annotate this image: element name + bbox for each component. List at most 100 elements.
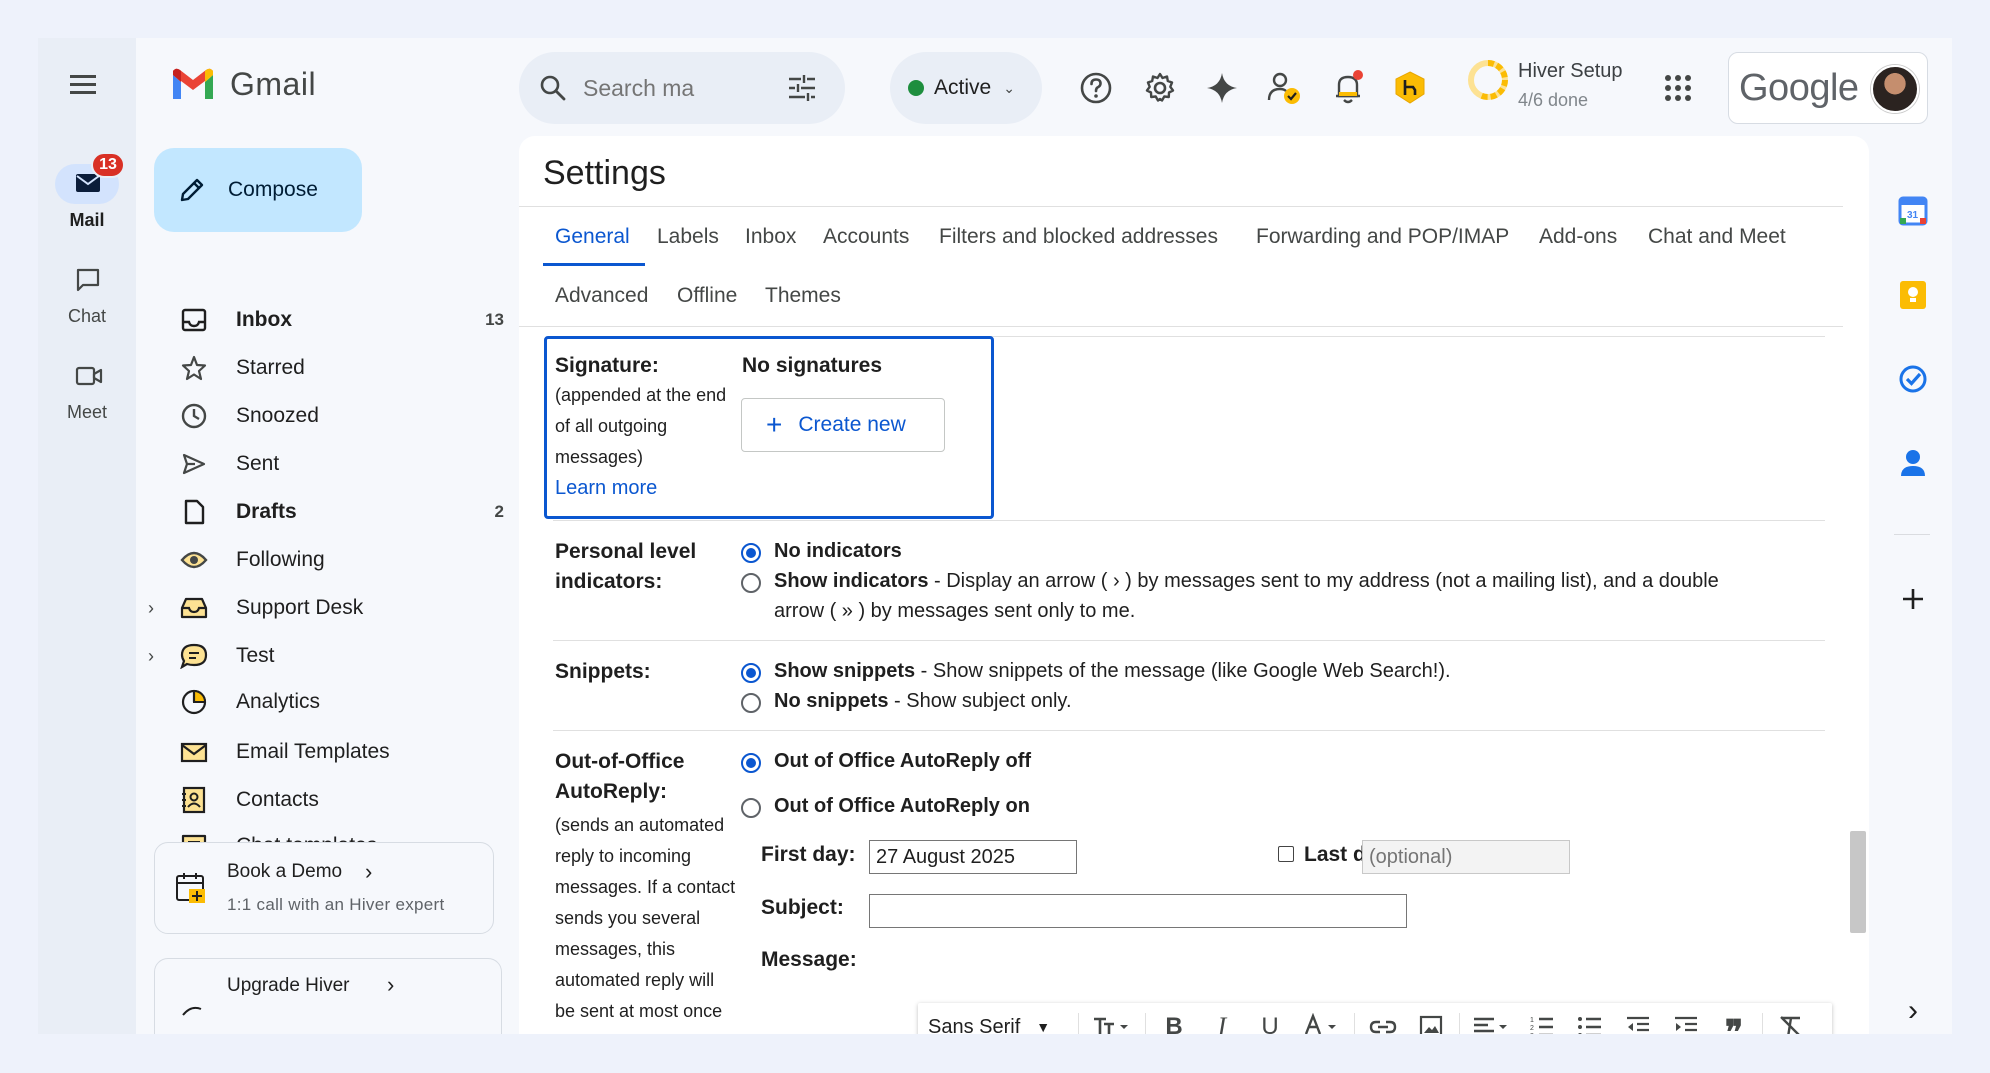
rail-chat[interactable]: Chat: [38, 260, 136, 327]
ooo-label-2: AutoReply:: [555, 780, 667, 803]
settings-scrollbar-thumb[interactable]: [1850, 831, 1866, 933]
quote-button[interactable]: ❞: [1710, 1003, 1758, 1034]
tab-filters[interactable]: Filters and blocked addresses: [939, 225, 1218, 249]
toolbar-separator: [1078, 1013, 1079, 1034]
tab-general[interactable]: General: [555, 225, 630, 249]
google-account-button[interactable]: Google: [1728, 52, 1928, 124]
bold-button[interactable]: B: [1150, 1003, 1198, 1034]
tasks-app-button[interactable]: [1896, 362, 1930, 396]
status-dropdown[interactable]: Active ⌄: [890, 52, 1042, 124]
tab-offline[interactable]: Offline: [677, 284, 737, 308]
gemini-button[interactable]: [1204, 70, 1240, 106]
search-input[interactable]: [583, 74, 783, 102]
compose-label: Compose: [228, 178, 318, 201]
underline-button[interactable]: U: [1246, 1003, 1294, 1034]
sidebar-item-analytics[interactable]: Analytics: [154, 680, 504, 724]
hiver-shield-icon: [1395, 71, 1425, 104]
sidebar-item-sent[interactable]: Sent: [154, 442, 504, 486]
tab-forwarding[interactable]: Forwarding and POP/IMAP: [1256, 225, 1509, 249]
sidebar-item-label: Contacts: [236, 788, 319, 811]
rail-meet-label: Meet: [66, 402, 108, 422]
tab-chat-meet[interactable]: Chat and Meet: [1648, 225, 1786, 249]
font-family-select[interactable]: Sans Serif ▼: [928, 1016, 1074, 1035]
no-indicators-radio[interactable]: [741, 543, 761, 563]
sidebar-item-snoozed[interactable]: Snoozed: [154, 394, 504, 438]
signature-learn-more-link[interactable]: Learn more: [555, 477, 657, 500]
gmail-wordmark: Gmail: [230, 66, 317, 102]
tab-inbox[interactable]: Inbox: [745, 225, 796, 249]
sidebar-item-starred[interactable]: Starred: [154, 346, 504, 390]
notifications-button[interactable]: [1330, 70, 1366, 106]
keep-app-button[interactable]: [1896, 278, 1930, 312]
hiver-setup-widget[interactable]: Hiver Setup 4/6 done: [1466, 58, 1623, 110]
google-apps-button[interactable]: [1660, 70, 1696, 106]
rail-mail-icon-wrap: 13: [55, 152, 125, 204]
remove-formatting-button[interactable]: [1767, 1003, 1815, 1034]
show-indicators-bold: Show indicators: [774, 570, 929, 592]
get-addons-button[interactable]: [1896, 582, 1930, 616]
show-indicators-radio[interactable]: [741, 573, 761, 593]
ooo-on-radio[interactable]: [741, 798, 761, 818]
tab-addons[interactable]: Add-ons: [1539, 225, 1617, 249]
expand-chevron-icon[interactable]: ›: [148, 598, 154, 619]
settings-button[interactable]: [1142, 70, 1178, 106]
sidebar-item-following[interactable]: Following: [154, 538, 504, 582]
indicators-label-1: Personal level: [555, 540, 697, 563]
svg-text:1: 1: [1530, 1017, 1534, 1024]
subject-input[interactable]: [869, 894, 1407, 928]
last-day-input[interactable]: [1362, 840, 1570, 874]
first-day-input[interactable]: [869, 840, 1077, 874]
sidebar-item-label: Email Templates: [236, 740, 390, 763]
sidebar-item-email-templates[interactable]: Email Templates: [154, 730, 504, 774]
no-snippets-radio[interactable]: [741, 693, 761, 713]
book-demo-subtitle: 1:1 call with an Hiver expert: [227, 895, 445, 914]
gmail-m-icon: [173, 68, 213, 99]
main-menu-button[interactable]: [68, 72, 104, 102]
email-template-icon: [178, 736, 210, 768]
status-dot: [908, 80, 924, 96]
divider: [519, 326, 1843, 327]
last-day-checkbox[interactable]: [1278, 846, 1294, 862]
bulleted-list-button[interactable]: [1566, 1003, 1614, 1034]
sidebar-item-contacts[interactable]: Contacts: [154, 778, 504, 822]
insert-link-button[interactable]: [1359, 1003, 1407, 1034]
sidebar-item-drafts[interactable]: Drafts 2: [154, 490, 504, 534]
create-signature-button[interactable]: + Create new: [741, 398, 945, 452]
search-bar[interactable]: [519, 52, 845, 124]
text-color-button[interactable]: [1294, 1003, 1350, 1034]
search-options-icon[interactable]: [787, 74, 817, 102]
user-check-icon: [1267, 72, 1300, 104]
upgrade-hiver-card[interactable]: Upgrade Hiver ›: [154, 958, 502, 1034]
insert-image-button[interactable]: [1407, 1003, 1455, 1034]
indent-more-button[interactable]: [1662, 1003, 1710, 1034]
book-demo-card[interactable]: Book a Demo › 1:1 call with an Hiver exp…: [154, 842, 494, 934]
calendar-app-button[interactable]: 31: [1896, 194, 1930, 228]
sidebar-item-inbox[interactable]: Inbox 13: [154, 298, 504, 342]
tab-labels[interactable]: Labels: [657, 225, 719, 249]
rail-meet[interactable]: Meet: [38, 356, 136, 423]
tab-accounts[interactable]: Accounts: [823, 225, 909, 249]
sidebar-item-count: 13: [485, 310, 504, 329]
expand-chevron-icon[interactable]: ›: [148, 646, 154, 667]
ooo-off-radio[interactable]: [741, 753, 761, 773]
compose-button[interactable]: Compose: [154, 148, 362, 232]
create-new-label: Create new: [798, 413, 906, 436]
hiver-extension-button[interactable]: [1392, 70, 1428, 106]
italic-button[interactable]: I: [1198, 1003, 1246, 1034]
show-snippets-radio[interactable]: [741, 663, 761, 683]
font-size-button[interactable]: [1083, 1003, 1141, 1034]
contacts-app-button[interactable]: [1896, 446, 1930, 480]
help-button[interactable]: [1078, 70, 1114, 106]
tab-themes[interactable]: Themes: [765, 284, 841, 308]
sidebar-item-support-desk[interactable]: › Support Desk: [148, 586, 504, 630]
align-button[interactable]: [1464, 1003, 1518, 1034]
tab-advanced[interactable]: Advanced: [555, 284, 648, 308]
gmail-logo[interactable]: Gmail: [170, 66, 316, 103]
show-side-panel-button[interactable]: ›: [1896, 994, 1930, 1028]
numbered-list-button[interactable]: 123: [1518, 1003, 1566, 1034]
message-label: Message:: [761, 948, 857, 971]
sidebar-item-test[interactable]: › Test: [148, 634, 504, 678]
indent-less-button[interactable]: [1614, 1003, 1662, 1034]
hiver-user-status-button[interactable]: [1266, 70, 1302, 106]
rail-mail[interactable]: 13 Mail: [38, 152, 136, 231]
